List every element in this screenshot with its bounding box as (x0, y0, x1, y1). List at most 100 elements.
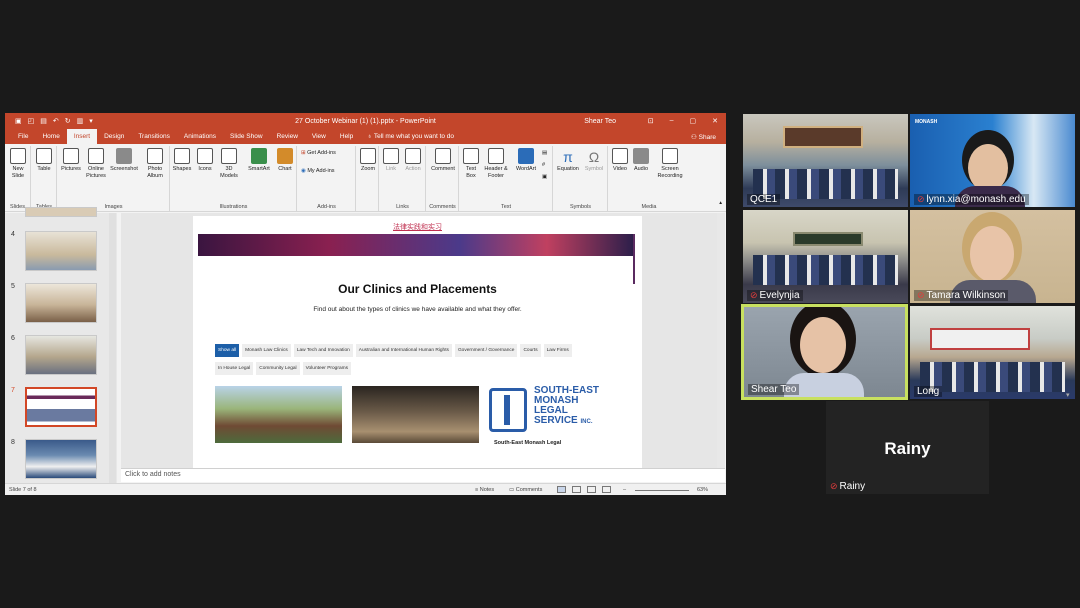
link-button[interactable]: Link (381, 148, 401, 173)
smartart-button[interactable]: SmartArt (245, 148, 273, 173)
3d-models-button[interactable]: 3D Models (217, 148, 241, 180)
icons-button[interactable]: Icons (195, 148, 215, 173)
participant-name-row: ⊘ lynn.xia@monash.edu (914, 194, 1029, 205)
tab-design[interactable]: Design (97, 129, 131, 144)
equation-button[interactable]: π Equation (555, 148, 581, 173)
group-label-symbols: Symbols (569, 204, 592, 210)
filter-law-tech[interactable]: Law Tech and Innovation (293, 344, 353, 357)
slide-top-link[interactable]: 法律实践和实习 (193, 222, 642, 232)
date-time-icon[interactable]: ▤ (542, 150, 547, 156)
tab-file[interactable]: File (11, 129, 35, 144)
participant-tile-tamara[interactable]: ⊘ Tamara Wilkinson (910, 210, 1075, 303)
slide-vertical-scrollbar[interactable] (717, 213, 725, 468)
comments-toggle[interactable]: ▭ Comments (509, 487, 542, 493)
audio-button[interactable]: Audio (631, 148, 651, 173)
filter-law-firms[interactable]: Law Firms (543, 344, 572, 357)
icons-icon (197, 148, 213, 164)
tell-me-search[interactable]: ♁ Tell me what you want to do (360, 129, 461, 144)
normal-view-icon[interactable] (557, 486, 566, 493)
text-box-button[interactable]: Text Box (461, 148, 481, 180)
close-icon[interactable]: ✕ (712, 117, 718, 125)
tab-home[interactable]: Home (35, 129, 66, 144)
symbol-button[interactable]: Ω Symbol (582, 148, 606, 173)
tab-view[interactable]: View (305, 129, 333, 144)
slideshow-view-icon[interactable] (602, 486, 611, 493)
maximize-icon[interactable]: ▢ (690, 117, 697, 125)
screen-recording-button[interactable]: Screen Recording (653, 148, 687, 180)
share-button[interactable]: ⚇ Share (691, 133, 716, 141)
account-name[interactable]: Shear Teo (584, 118, 616, 125)
slide-number-icon[interactable]: # (542, 162, 545, 168)
minimize-icon[interactable]: – (670, 117, 674, 125)
slide-thumbnail-7[interactable] (25, 387, 97, 427)
cube-icon (221, 148, 237, 164)
participant-tile-rainy[interactable]: Rainy ⊘ Rainy (826, 401, 989, 494)
ribbon-display-icon[interactable]: ⊡ (648, 117, 654, 125)
slide-thumbnail-5[interactable] (25, 283, 97, 323)
zoom-out-icon[interactable]: – (623, 487, 626, 493)
filter-show-all[interactable]: Show all (215, 344, 240, 357)
filter-government[interactable]: Government / Governance (454, 344, 518, 357)
tab-help[interactable]: Help (333, 129, 360, 144)
pictures-button[interactable]: Pictures (58, 148, 84, 173)
autosave-icon[interactable]: ◰ (28, 117, 35, 125)
customize-icon[interactable]: ▾ (89, 117, 93, 125)
tab-insert[interactable]: Insert (66, 129, 98, 144)
my-addins-button[interactable]: ◉ My Add-ins (301, 168, 335, 174)
zoom-slider[interactable] (635, 490, 689, 491)
chart-button[interactable]: Chart (275, 148, 295, 173)
filter-monash-law-clinics[interactable]: Monash Law Clinics (242, 344, 291, 357)
tab-review[interactable]: Review (270, 129, 305, 144)
filter-community-legal[interactable]: Community Legal (256, 362, 300, 375)
object-icon[interactable]: ▣ (542, 174, 547, 180)
photo-album-button[interactable]: Photo Album (142, 148, 168, 180)
participant-face (968, 144, 1008, 192)
zoom-level[interactable]: 63% (697, 487, 708, 493)
thumbnail-scrollbar[interactable] (109, 213, 116, 483)
shapes-button[interactable]: Shapes (171, 148, 193, 173)
filter-volunteer-programs[interactable]: Volunteer Programs (302, 362, 352, 375)
filter-human-rights[interactable]: Australian and International Human Right… (355, 344, 452, 357)
slide-thumbnail-8[interactable] (25, 439, 97, 479)
present-icon[interactable]: ▥ (77, 117, 84, 125)
redo-icon[interactable]: ↻ (65, 117, 71, 125)
zoom-button[interactable]: Zoom (358, 148, 378, 173)
table-button[interactable]: Table (34, 148, 54, 173)
new-slide-label: New Slide (11, 166, 25, 179)
participant-tile-long[interactable]: Long (910, 306, 1075, 399)
gallery-scroll-arrow-icon[interactable]: ▾ (1066, 391, 1070, 399)
tab-slide-show[interactable]: Slide Show (223, 129, 270, 144)
comment-button[interactable]: Comment (428, 148, 458, 173)
slide-thumbnail-6[interactable] (25, 335, 97, 375)
tab-animations[interactable]: Animations (177, 129, 223, 144)
online-pictures-button[interactable]: Online Pictures (84, 148, 108, 180)
video-button[interactable]: Video (610, 148, 630, 173)
reading-view-icon[interactable] (587, 486, 596, 493)
collapse-ribbon-icon[interactable]: ▴ (719, 200, 722, 206)
group-slides: New Slide Slides (5, 146, 31, 212)
slide-sorter-icon[interactable] (572, 486, 581, 493)
get-addins-button[interactable]: ⊞ Get Add-ins (301, 150, 336, 156)
participant-tile-shear-active-speaker[interactable]: Shear Teo (741, 304, 908, 400)
new-slide-button[interactable]: New Slide (7, 148, 29, 180)
slide-thumbnail-3[interactable] (25, 207, 97, 217)
slide-thumbnail-4[interactable] (25, 231, 97, 271)
participant-tile-evelynjia[interactable]: ⊘ Evelynjia (743, 210, 908, 303)
undo-icon[interactable]: ↶ (53, 117, 59, 125)
participant-tile-qce1[interactable]: QCE1 (743, 114, 908, 207)
notes-pane[interactable]: Click to add notes (121, 468, 725, 482)
filter-in-house-legal[interactable]: In House Legal (215, 362, 254, 375)
participant-tile-lynn[interactable]: MONASH ⊘ lynn.xia@monash.edu (910, 114, 1075, 207)
screenshot-button[interactable]: Screenshot (108, 148, 140, 173)
save-icon[interactable]: ▣ (15, 117, 22, 125)
slide-canvas[interactable]: 法律实践和实习 Our Clinics and Placements Find … (193, 216, 642, 469)
header-footer-button[interactable]: Header & Footer (482, 148, 510, 180)
wordart-button[interactable]: WordArt (512, 148, 540, 173)
tab-transitions[interactable]: Transitions (131, 129, 177, 144)
new-icon[interactable]: ▤ (40, 117, 47, 125)
notes-toggle[interactable]: ≡ Notes (475, 487, 494, 493)
3d-models-label: 3D Models (220, 166, 238, 179)
group-label-text: Text (500, 204, 512, 210)
filter-courts[interactable]: Courts (520, 344, 541, 357)
action-button[interactable]: Action (403, 148, 423, 173)
